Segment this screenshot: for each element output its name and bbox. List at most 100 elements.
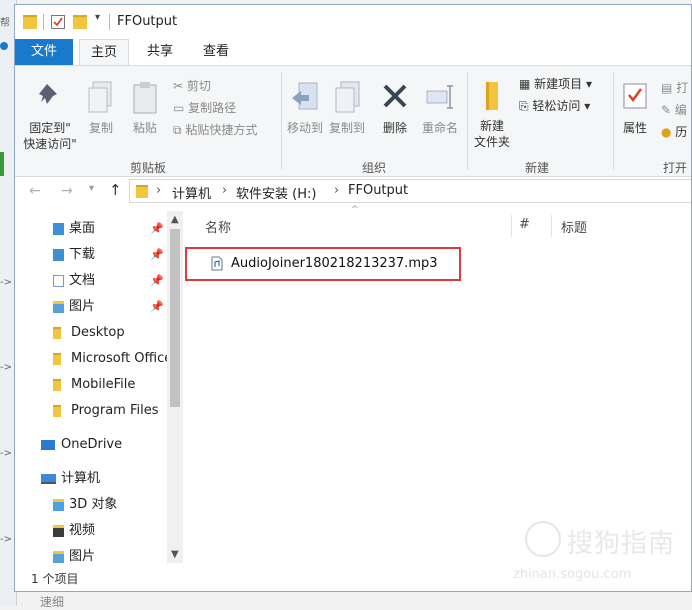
title-bar: ▾ FFOutput [15,5,691,39]
new-item-icon: ▦ [519,77,535,91]
divider [109,14,110,30]
group-separator [613,72,614,170]
nav-item-documents[interactable]: 文档 📌 [15,270,169,292]
pictures-folder-icon [53,301,64,313]
file-row[interactable]: AudioJoiner180218213237.mp3 [207,253,457,275]
copy-to-icon [335,81,360,113]
folder-icon [23,15,37,29]
pin-label-line2: 快速访问" [23,137,77,151]
paste-icon [133,82,157,114]
column-header-number[interactable]: # [519,217,530,232]
pin-icon[interactable]: 📌 [150,244,164,266]
computer-icon [41,474,56,484]
pin-icon[interactable]: 📌 [150,270,164,292]
folder-icon [136,185,148,198]
copy-path-button[interactable]: ▭ 复制路径 [173,100,236,116]
nav-item-pictures[interactable]: 图片 📌 [15,296,169,318]
copy-label: 复制 [88,121,113,135]
navigation-pane: 桌面 📌 下载 📌 文档 📌 图片 📌 Desktop Microsoft Of… [15,209,183,564]
folder-icon [53,405,61,417]
cut-button[interactable]: ✂ 剪切 [173,78,211,94]
nav-item-videos[interactable]: 视频 [15,520,169,542]
new-group-name: 新建 [524,161,549,175]
tab-home[interactable]: 主页 [79,39,129,65]
paste-button[interactable]: 粘贴 [127,80,163,136]
background-window-arrow: -> [0,534,12,545]
tab-file[interactable]: 文件 [15,39,73,65]
move-to-button[interactable]: 移动到 [285,80,325,136]
copy-button[interactable]: 复制 [83,80,119,136]
move-to-icon [292,82,318,110]
chevron-down-icon: ▾ [580,99,591,113]
copy-path-icon: ▭ [173,101,189,115]
rename-button[interactable]: 重命名 [417,80,463,136]
tab-share[interactable]: 共享 [137,39,183,65]
nav-item-desktop-folder[interactable]: Desktop [15,322,169,344]
status-bar: 1 个项目 zhinan.sogou.com [15,565,691,591]
new-folder-button[interactable]: 新建 文件夹 [471,80,513,150]
edit-button[interactable]: ✎ 编 [661,102,687,118]
properties-quick-icon[interactable] [51,15,65,29]
rename-label: 重命名 [421,121,458,135]
forward-arrow-icon[interactable]: → [61,183,73,199]
background-window-arrow: -> [0,362,12,373]
divider [43,14,44,30]
new-folder-quick-icon[interactable] [73,15,87,29]
nav-item-microsoft-office[interactable]: Microsoft Office [15,348,169,370]
recent-locations-chevron-icon[interactable]: ▾ [89,183,94,194]
nav-item-3d-objects[interactable]: 3D 对象 [15,494,169,516]
nav-item-program-files[interactable]: Program Files [15,400,169,422]
open-button[interactable]: ▤ 打 [661,80,688,96]
delete-button[interactable]: 删除 [377,80,413,136]
folder-icon [53,353,61,365]
breadcrumb-separator: › [156,183,162,198]
pin-icon[interactable]: 📌 [150,296,164,318]
nav-item-onedrive[interactable]: OneDrive [15,434,169,456]
up-arrow-icon[interactable]: ↑ [109,181,122,199]
watermark-url: zhinan.sogou.com [513,567,632,582]
address-path-box[interactable]: › 计算机 › 软件安装 (H:) › FFOutput [129,179,691,203]
nav-item-mobilefile[interactable]: MobileFile [15,374,169,396]
desktop-folder-icon [53,223,64,235]
column-header-name[interactable]: 名称 [205,217,231,236]
rename-icon [426,85,453,109]
new-item-button[interactable]: ▦ 新建项目 ▾ [519,76,592,92]
breadcrumb-computer[interactable]: 计算机 [172,183,211,202]
nav-item-downloads[interactable]: 下载 📌 [15,244,169,266]
background-window-arrow: -> [0,448,12,459]
history-icon: ● [661,125,676,139]
scrollbar-thumb[interactable] [170,229,180,407]
breadcrumb-drive[interactable]: 软件安装 (H:) [236,183,316,202]
paste-shortcut-button[interactable]: ⧉ 粘贴快捷方式 [173,122,257,138]
audio-file-icon [211,256,223,271]
copy-to-button[interactable]: 复制到 [327,80,367,136]
column-divider[interactable] [551,215,552,237]
nav-item-computer[interactable]: 计算机 [15,468,169,490]
watermark-logo-icon [525,521,561,557]
downloads-folder-icon [53,249,64,261]
scroll-down-arrow-icon[interactable]: ▼ [171,549,179,560]
column-divider[interactable] [511,215,512,237]
scroll-up-arrow-icon[interactable]: ▲ [171,214,179,225]
tab-view[interactable]: 查看 [193,39,239,65]
properties-button[interactable]: 属性 [617,80,653,136]
back-arrow-icon[interactable]: ← [29,183,41,199]
organize-group-name: 组织 [361,161,386,175]
history-button[interactable]: ● 历 [661,124,687,140]
file-name: AudioJoiner180218213237.mp3 [231,256,438,271]
pin-to-quick-access-button[interactable]: 固定到" 快速访问" [19,80,81,152]
breadcrumb-ffoutput[interactable]: FFOutput [348,183,408,198]
navigation-scrollbar[interactable]: ▲ ▼ [167,211,183,563]
chevron-down-icon: ▾ [582,77,593,91]
documents-folder-icon [53,275,64,287]
column-header-title[interactable]: 标题 [561,217,587,236]
nav-item-desktop[interactable]: 桌面 📌 [15,218,169,240]
properties-label: 属性 [622,121,647,135]
3d-objects-folder-icon [53,499,64,511]
customize-quick-access-icon[interactable]: ▾ [95,12,100,28]
open-icon: ▤ [661,81,677,95]
paste-shortcut-icon: ⧉ [173,123,186,137]
pin-icon[interactable]: 📌 [150,218,164,240]
group-separator [467,72,468,170]
easy-access-button[interactable]: ⎘ 轻松访问 ▾ [519,98,590,114]
